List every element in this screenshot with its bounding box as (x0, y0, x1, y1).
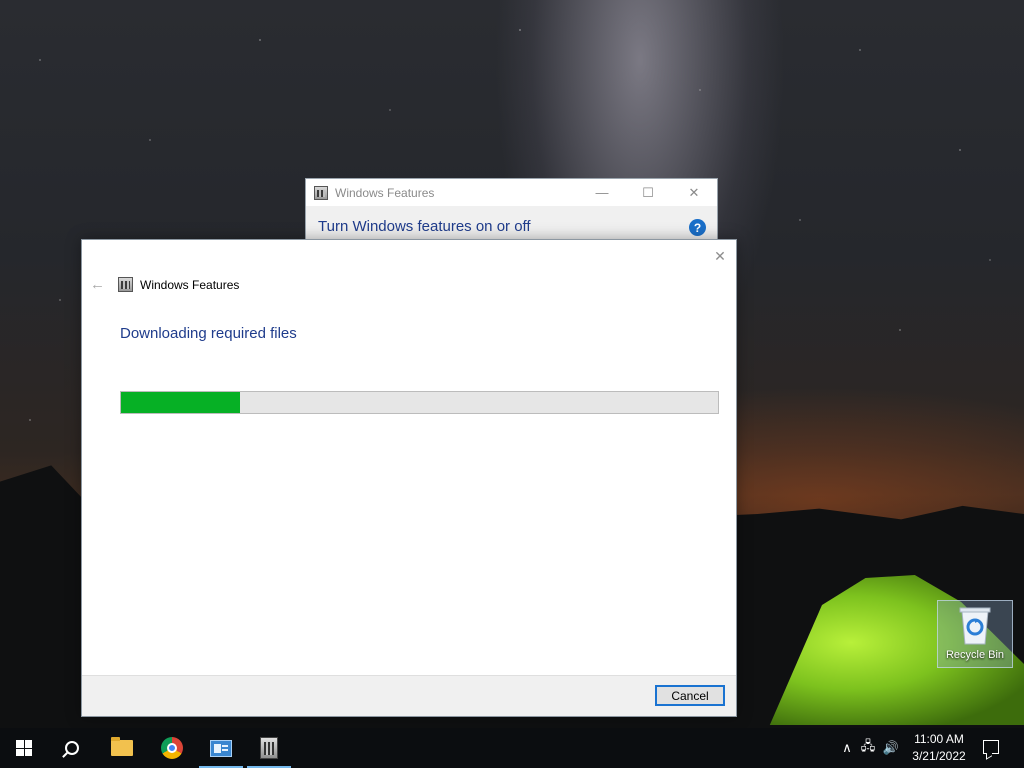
dialog-heading: Downloading required files (120, 325, 297, 342)
taskbar-windows-features[interactable] (245, 728, 293, 768)
windows-features-icon (118, 277, 133, 292)
search-button[interactable] (48, 728, 96, 768)
progress-bar-fill (121, 392, 241, 413)
cancel-button[interactable]: Cancel (655, 685, 725, 706)
windows-features-icon (314, 185, 328, 200)
taskbar-clock[interactable]: 11:00 AM 3/21/2022 (904, 731, 974, 765)
bg-window-heading: Turn Windows features on or off (318, 218, 531, 235)
clock-date: 3/21/2022 (912, 749, 966, 763)
recycle-bin-icon (959, 607, 991, 645)
recycle-bin-label: Recycle Bin (945, 649, 1005, 661)
windows-features-icon (260, 737, 278, 759)
windows-features-main-window[interactable]: Windows Features — ☐ ✕ Turn Windows feat… (305, 178, 718, 248)
download-progress-bar (120, 391, 719, 414)
start-button[interactable] (0, 728, 48, 768)
server-manager-icon (210, 739, 232, 757)
window-controls: — ☐ ✕ (579, 179, 717, 206)
taskbar: ∧ 🖧 🔊 11:00 AM 3/21/2022 (0, 728, 1024, 768)
taskbar-chrome[interactable] (148, 728, 196, 768)
dialog-footer: Cancel (82, 675, 736, 716)
action-center-icon[interactable] (983, 740, 999, 754)
help-icon[interactable]: ? (689, 219, 706, 236)
windows-features-download-dialog: ✕ ← Windows Features Downloading require… (81, 239, 737, 717)
taskbar-file-explorer[interactable] (98, 728, 146, 768)
windows-start-icon (16, 740, 32, 756)
maximize-button[interactable]: ☐ (625, 179, 671, 206)
dialog-title: Windows Features (140, 277, 240, 292)
show-hidden-icons-chevron-icon[interactable]: ∧ (838, 740, 856, 756)
folder-icon (111, 737, 133, 756)
close-button[interactable]: ✕ (671, 179, 717, 206)
minimize-button[interactable]: — (579, 179, 625, 206)
dialog-close-icon[interactable]: ✕ (710, 246, 730, 266)
network-icon[interactable]: 🖧 (856, 737, 880, 759)
bg-window-titlebar[interactable]: Windows Features — ☐ ✕ (306, 179, 717, 206)
search-icon (65, 741, 79, 755)
clock-time: 11:00 AM (914, 732, 964, 746)
recycle-bin-shortcut[interactable]: Recycle Bin (937, 600, 1013, 668)
back-arrow-icon[interactable]: ← (90, 276, 108, 293)
chrome-icon (161, 737, 183, 759)
dialog-header: ← Windows Features (90, 276, 239, 293)
volume-icon[interactable]: 🔊 (880, 740, 902, 756)
system-tray: ∧ 🖧 🔊 (838, 728, 902, 768)
bg-window-title: Windows Features (335, 185, 435, 200)
taskbar-server-manager[interactable] (197, 728, 245, 768)
